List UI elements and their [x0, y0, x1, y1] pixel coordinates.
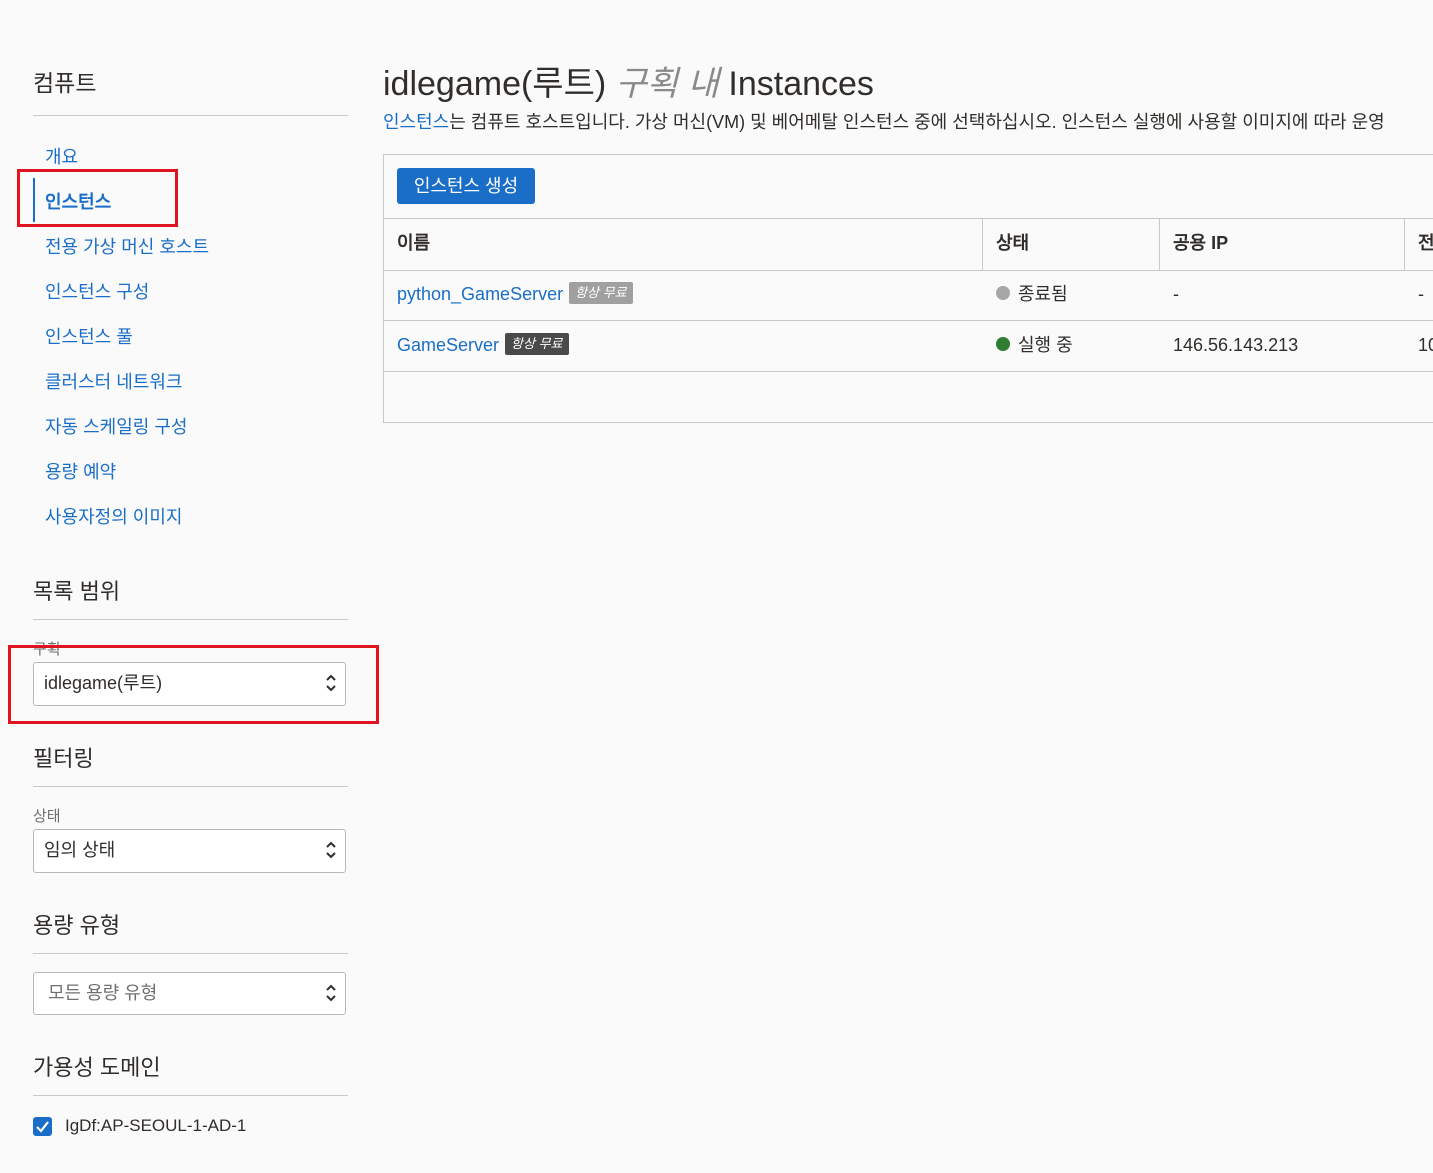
table-header: 이름 상태 공용 IP 전 — [384, 218, 1433, 271]
instance-state: 실행 중 — [1018, 335, 1073, 355]
instance-name-cell: GameServer 항상 무료 — [384, 320, 569, 371]
description-text: 는 컴퓨트 호스트입니다. 가상 머신(VM) 및 베어메탈 인스턴스 중에 선… — [449, 112, 1385, 132]
instance-state-cell: 종료됨 — [983, 269, 1068, 320]
divider — [33, 786, 348, 787]
create-instance-button[interactable]: 인스턴스 생성 — [397, 168, 535, 204]
instance-name-link[interactable]: GameServer — [397, 335, 499, 355]
sidebar-item-dedicated-vm-hosts[interactable]: 전용 가상 머신 호스트 — [45, 233, 209, 259]
sidebar-title: 컴퓨트 — [33, 70, 97, 96]
status-dot-icon — [996, 337, 1010, 352]
sidebar-item-overview[interactable]: 개요 — [45, 143, 78, 169]
sidebar-item-instance-pools[interactable]: 인스턴스 풀 — [45, 323, 133, 349]
status-dot-icon — [996, 286, 1010, 301]
instances-doc-link[interactable]: 인스턴스 — [383, 112, 449, 132]
page-title-in: 구획 내 — [615, 65, 719, 103]
column-header-state[interactable]: 상태 — [983, 219, 1160, 270]
instance-state-cell: 실행 중 — [983, 320, 1073, 371]
page-title-compartment: idlegame(루트) — [383, 65, 607, 103]
chevron-updown-icon — [326, 674, 336, 692]
instances-panel: 인스턴스 생성 이름 상태 공용 IP 전 python_GameServer 항… — [383, 154, 1433, 423]
column-header-public-ip[interactable]: 공용 IP — [1160, 219, 1405, 270]
sidebar-item-cluster-networks[interactable]: 클러스터 네트워크 — [45, 368, 182, 394]
compartment-label: 구획 — [33, 641, 61, 658]
page-title: idlegame(루트) 구획 내 Instances — [383, 56, 874, 105]
chevron-updown-icon — [326, 841, 336, 859]
capacity-type-select[interactable]: 모든 용량 유형 — [33, 972, 346, 1015]
active-indicator — [33, 178, 35, 222]
divider — [33, 619, 348, 620]
list-scope-title: 목록 범위 — [33, 579, 121, 604]
compartment-select[interactable]: idlegame(루트) — [33, 662, 346, 706]
instance-public-ip: 146.56.143.213 — [1173, 335, 1299, 355]
chevron-updown-icon — [326, 984, 336, 1002]
state-select[interactable]: 임의 상태 — [33, 829, 346, 873]
availability-domain-label: IgDf:AP-SEOUL-1-AD-1 — [65, 1116, 247, 1135]
divider — [33, 115, 348, 116]
page-title-resource: Instances — [728, 65, 874, 103]
instance-extra: - — [1418, 284, 1424, 304]
instance-name-cell: python_GameServer 항상 무료 — [384, 269, 633, 320]
availability-domain-checkbox[interactable] — [33, 1117, 52, 1136]
state-label: 상태 — [33, 808, 61, 825]
sidebar-item-autoscaling-configurations[interactable]: 자동 스케일링 구성 — [45, 413, 187, 439]
always-free-badge: 항상 무료 — [505, 333, 569, 356]
capacity-type-title: 용량 유형 — [33, 913, 121, 938]
sidebar-item-instance-configurations[interactable]: 인스턴스 구성 — [45, 278, 149, 304]
always-free-badge: 항상 무료 — [569, 282, 633, 305]
sidebar-item-capacity-reservations[interactable]: 용량 예약 — [45, 458, 116, 484]
table-row: python_GameServer 항상 무료 종료됨 - - — [384, 269, 1433, 321]
state-value: 임의 상태 — [44, 840, 116, 860]
divider — [33, 1095, 348, 1096]
instance-name-link[interactable]: python_GameServer — [397, 284, 563, 304]
instance-state: 종료됨 — [1018, 284, 1068, 304]
divider — [33, 953, 348, 954]
capacity-type-value: 모든 용량 유형 — [48, 983, 158, 1003]
page-description: 인스턴스는 컴퓨트 호스트입니다. 가상 머신(VM) 및 베어메탈 인스턴스 … — [383, 108, 1385, 134]
column-header-name[interactable]: 이름 — [384, 219, 983, 270]
filter-title: 필터링 — [33, 746, 94, 771]
instance-extra: 10 — [1418, 335, 1433, 355]
sidebar-item-instances[interactable]: 인스턴스 — [45, 188, 111, 214]
compartment-value: idlegame(루트) — [44, 673, 163, 693]
availability-domain-title: 가용성 도메인 — [33, 1055, 161, 1080]
column-header-more[interactable]: 전 — [1405, 219, 1433, 270]
sidebar-item-custom-images[interactable]: 사용자정의 이미지 — [45, 503, 182, 529]
instance-public-ip: - — [1173, 284, 1179, 304]
table-row: GameServer 항상 무료 실행 중 146.56.143.213 10 — [384, 320, 1433, 372]
checkmark-icon — [36, 1121, 49, 1133]
